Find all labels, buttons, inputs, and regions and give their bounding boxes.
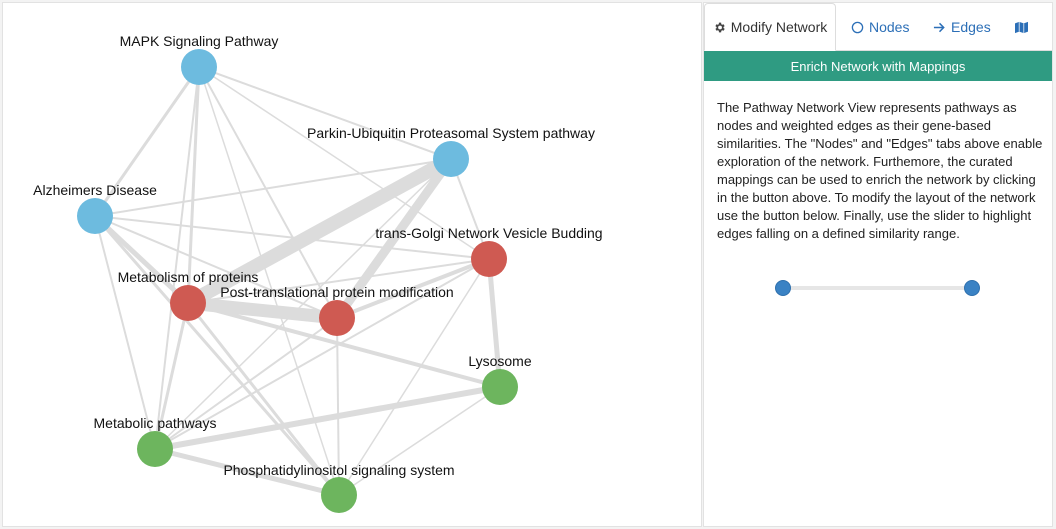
tab-edges[interactable]: Edges (933, 3, 991, 51)
node-mapk[interactable] (181, 49, 217, 85)
arrow-right-icon (933, 22, 945, 32)
description-text: The Pathway Network View represents path… (717, 100, 1043, 241)
tab-nodes-label: Nodes (869, 19, 910, 35)
node-parkin[interactable] (433, 141, 469, 177)
node-tgn[interactable] (471, 241, 507, 277)
label-layer: MAPK Signaling Pathway Parkin-Ubiquitin P… (33, 33, 602, 478)
node-label-ptm: Post-translational protein modification (220, 284, 453, 300)
node-pi[interactable] (321, 477, 357, 513)
network-view[interactable]: MAPK Signaling Pathway Parkin-Ubiquitin P… (2, 2, 702, 527)
slider-handle-min[interactable] (775, 280, 791, 296)
node-ptm[interactable] (319, 300, 355, 336)
node-label-parkin: Parkin-Ubiquitin Proteasomal System path… (307, 125, 595, 141)
similarity-slider-track[interactable] (784, 286, 974, 290)
network-graph[interactable]: MAPK Signaling Pathway Parkin-Ubiquitin P… (3, 3, 701, 526)
tab-nodes[interactable]: Nodes (851, 3, 909, 51)
node-alz[interactable] (77, 198, 113, 234)
node-label-lyso: Lysosome (468, 353, 532, 369)
node-label-metprot: Metabolism of proteins (118, 269, 259, 285)
node-label-alz: Alzheimers Disease (33, 182, 157, 198)
tab-modify-network-label: Modify Network (730, 19, 828, 35)
enrich-network-button[interactable]: Enrich Network with Mappings (704, 51, 1052, 81)
node-label-metpath: Metabolic pathways (94, 415, 217, 431)
node-label-mapk: MAPK Signaling Pathway (120, 33, 279, 49)
node-label-tgn: trans-Golgi Network Vesicle Budding (375, 225, 602, 241)
side-panel: Modify Network Nodes Edges Enrich Networ… (703, 2, 1053, 527)
gear-icon (715, 22, 725, 32)
map-icon (1015, 21, 1028, 33)
node-label-pi: Phosphatidylinositol signaling system (223, 462, 454, 478)
node-lyso[interactable] (482, 369, 518, 405)
circle-icon (851, 21, 864, 33)
node-metpath[interactable] (137, 431, 173, 467)
tab-modify-network[interactable]: Modify Network (704, 3, 836, 51)
tab-bar: Modify Network Nodes Edges (704, 3, 1052, 51)
edge-mapk-metprot[interactable] (186, 65, 201, 305)
node-metprot[interactable] (170, 285, 206, 321)
tab-edges-label: Edges (951, 19, 991, 35)
edge-mapk-parkin[interactable] (198, 66, 452, 160)
tab-map[interactable] (1014, 3, 1034, 51)
slider-handle-max[interactable] (964, 280, 980, 296)
